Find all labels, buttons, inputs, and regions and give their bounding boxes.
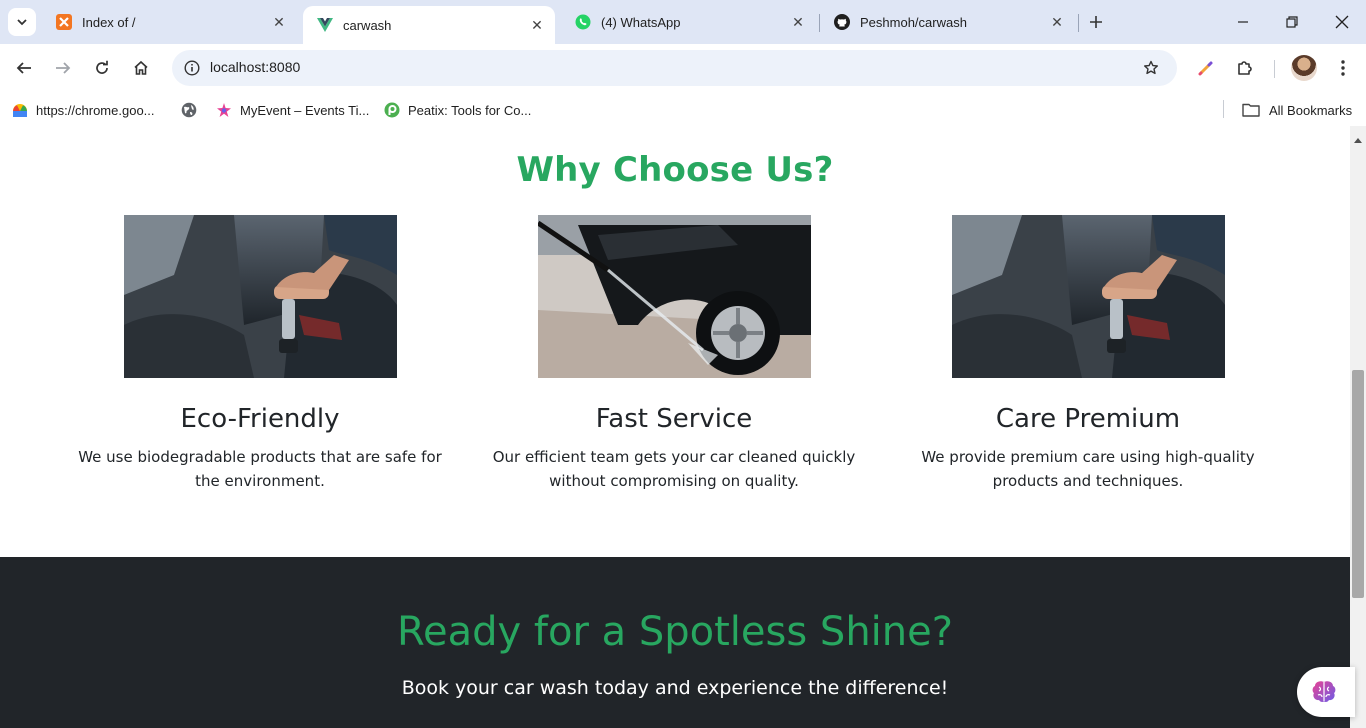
bookmark-myevent[interactable]: MyEvent – Events Ti... (216, 100, 369, 120)
page-scrollbar[interactable] (1350, 126, 1366, 728)
feature-description: Our efficient team gets your car cleaned… (492, 448, 856, 490)
vue-icon (317, 17, 333, 33)
restore-icon (1286, 16, 1298, 28)
pressure-wash-wheel-photo (537, 215, 811, 378)
tab-title: Index of / (82, 14, 136, 30)
scroll-up-arrow-icon[interactable] (1354, 138, 1362, 143)
myevent-icon (216, 102, 232, 118)
all-bookmarks-label: All Bookmarks (1269, 102, 1353, 118)
interior-vacuum-photo (951, 215, 1225, 378)
why-choose-us-heading: Why Choose Us? (516, 150, 834, 190)
bookmark-label: Peatix: Tools for Co... (408, 102, 532, 118)
reload-button[interactable] (88, 54, 116, 82)
xampp-icon (56, 14, 72, 30)
plus-icon (1090, 16, 1102, 28)
tab-strip: Index of / ✕ carwash ✕ (4) WhatsApp ✕ Pe… (0, 0, 1366, 44)
browser-toolbar: localhost:8080 (0, 44, 1366, 92)
feature-card-fast-service: Fast Service Our efficient team gets you… (474, 215, 874, 493)
interior-vacuum-photo (123, 215, 397, 378)
folder-icon (1241, 102, 1261, 118)
menu-button[interactable] (1329, 54, 1357, 82)
back-button[interactable] (10, 54, 38, 82)
home-button[interactable] (127, 54, 155, 82)
home-icon (134, 60, 148, 75)
tab-title: (4) WhatsApp (601, 14, 681, 30)
scrollbar-thumb[interactable] (1352, 370, 1364, 598)
whatsapp-icon (575, 14, 591, 30)
close-window-button[interactable] (1322, 8, 1362, 36)
cta-title: Ready for a Spotless Shine? (397, 609, 953, 655)
bookmarks-divider (1223, 100, 1224, 118)
cta-section: Ready for a Spotless Shine? Book your ca… (0, 557, 1350, 728)
extension-pen-button[interactable] (1192, 54, 1220, 82)
bookmark-label: https://chrome.goo... (36, 102, 155, 118)
more-vert-icon (1341, 60, 1345, 76)
profile-avatar[interactable] (1291, 55, 1317, 81)
new-tab-button[interactable] (1084, 10, 1108, 34)
reload-icon (96, 60, 108, 74)
feature-description: We use biodegradable products that are s… (78, 448, 442, 490)
feature-card-eco-friendly: Eco-Friendly We use biodegradable produc… (60, 215, 460, 493)
bookmark-label: MyEvent – Events Ti... (240, 102, 370, 118)
close-icon[interactable]: ✕ (790, 14, 806, 30)
assistant-floating-button[interactable] (1297, 667, 1355, 717)
tab-carwash[interactable]: carwash ✕ (303, 6, 555, 44)
extensions-button[interactable] (1231, 54, 1259, 82)
bookmark-chrome-web-store[interactable]: https://chrome.goo... (12, 100, 155, 120)
url-text: localhost:8080 (210, 59, 301, 75)
all-bookmarks-button[interactable]: All Bookmarks (1241, 100, 1352, 120)
site-info-icon[interactable] (180, 56, 204, 80)
tab-github[interactable]: Peshmoh/carwash ✕ (820, 6, 1075, 38)
feature-title: Eco-Friendly (180, 404, 340, 434)
bookmarks-bar: https://chrome.goo... MyEvent – Events T… (0, 92, 1366, 126)
minimize-button[interactable] (1223, 8, 1263, 36)
tab-search-button[interactable] (8, 8, 36, 36)
tab-divider (1078, 14, 1079, 32)
peatix-icon (384, 102, 400, 118)
cta-subtitle: Book your car wash today and experience … (401, 677, 949, 699)
tab-title: Peshmoh/carwash (860, 14, 967, 30)
close-icon[interactable]: ✕ (271, 14, 287, 30)
page-viewport: Why Choose Us? Eco-Friendly We use biode… (0, 126, 1350, 728)
minimize-icon (1238, 21, 1248, 23)
chevron-down-icon (17, 19, 27, 26)
chrome-web-store-icon (12, 102, 28, 118)
bookmark-globe[interactable] (181, 100, 205, 120)
arrow-right-icon (56, 62, 71, 74)
globe-icon (181, 102, 197, 118)
feature-description: We provide premium care using high-quali… (921, 448, 1255, 490)
github-icon (834, 14, 850, 30)
feature-title: Care Premium (995, 404, 1181, 434)
bookmark-star-icon[interactable] (1139, 56, 1163, 80)
tab-title: carwash (343, 17, 392, 33)
restore-button[interactable] (1272, 8, 1312, 36)
brain-icon (1312, 681, 1336, 702)
toolbar-divider (1274, 60, 1275, 78)
feature-title: Fast Service (595, 404, 753, 434)
arrow-left-icon (16, 62, 31, 74)
forward-button[interactable] (49, 54, 77, 82)
close-icon (1335, 15, 1349, 29)
puzzle-icon (1238, 61, 1252, 75)
pen-icon (1198, 61, 1213, 76)
tab-index-of[interactable]: Index of / ✕ (42, 6, 297, 38)
address-bar[interactable]: localhost:8080 (172, 50, 1177, 86)
close-icon[interactable]: ✕ (529, 17, 545, 33)
tab-whatsapp[interactable]: (4) WhatsApp ✕ (561, 6, 816, 38)
close-icon[interactable]: ✕ (1049, 14, 1065, 30)
bookmark-peatix[interactable]: Peatix: Tools for Co... (384, 100, 531, 120)
feature-card-care-premium: Care Premium We provide premium care usi… (888, 215, 1288, 493)
